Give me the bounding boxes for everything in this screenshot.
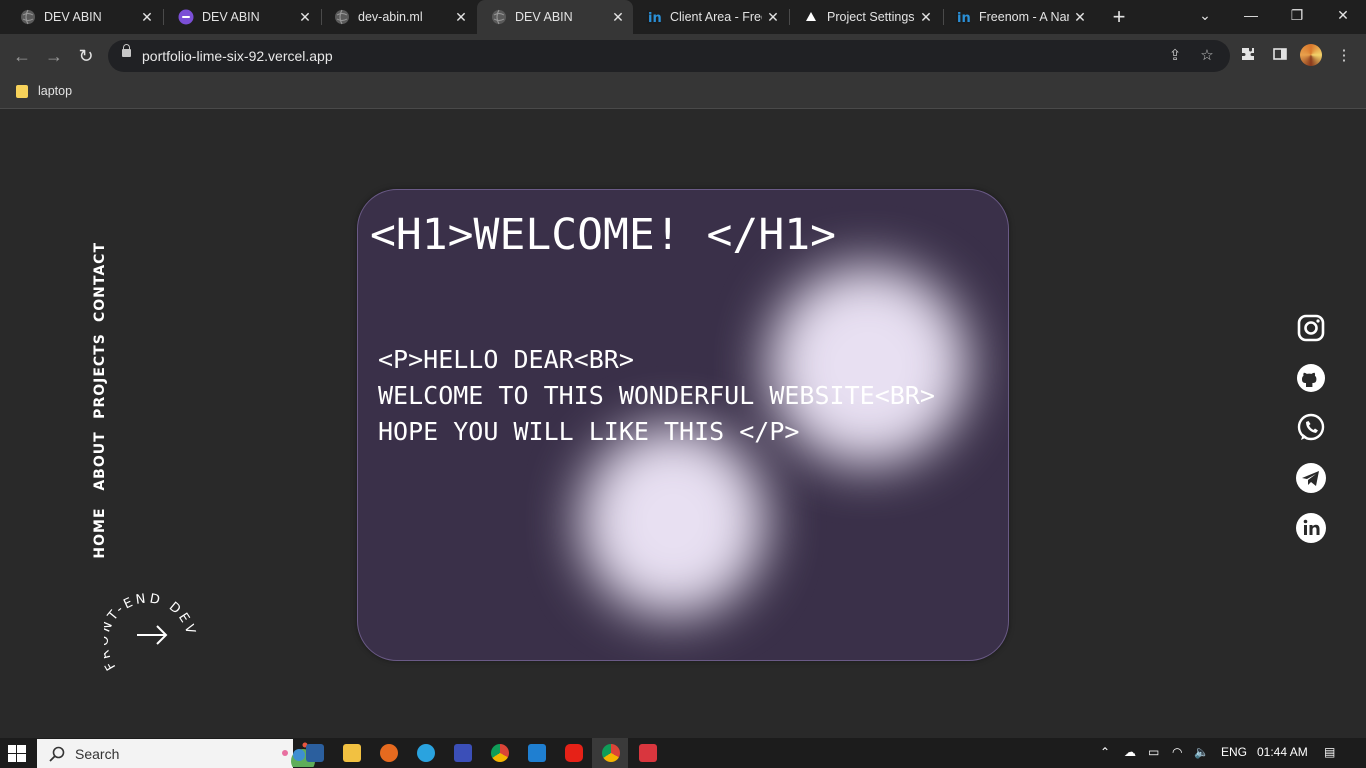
browser-tab[interactable]: DEV ABIN ✕ [164,0,320,34]
front-end-dev-badge[interactable]: FRONT-END DEV [104,587,200,683]
freenom-app-icon[interactable] [454,744,472,762]
battery-icon[interactable]: ▭ [1148,745,1159,759]
minimize-icon[interactable]: — [1228,0,1274,30]
powershell-icon[interactable] [306,744,324,762]
whatsapp-icon[interactable] [1294,411,1328,445]
clock[interactable]: 01:44 AM [1257,745,1308,759]
reload-icon[interactable]: ↻ [74,44,98,68]
lock-icon [122,44,131,57]
close-icon[interactable]: ✕ [294,9,316,26]
nav-projects[interactable]: PROJECTS [92,333,108,419]
profile-avatar[interactable] [1300,44,1322,66]
chrome-active-icon[interactable] [602,744,620,762]
svg-text:in: in [648,11,662,25]
nav-home[interactable]: HOME [92,507,108,558]
linkedin-icon[interactable] [1294,511,1328,545]
browser-tab[interactable]: in Freenom - A Name for Everyone ✕ [941,0,1095,34]
browser-tab-active[interactable]: DEV ABIN ✕ [477,0,633,34]
address-bar[interactable]: portfolio-lime-six-92.vercel.app ⇪ ☆ [108,40,1230,72]
forward-icon[interactable]: → [42,44,66,68]
bookmark-folder[interactable]: laptop [16,84,72,98]
chrome-icon[interactable] [491,744,509,762]
restore-icon[interactable]: ❐ [1274,0,1320,30]
browser-tab[interactable]: in Client Area - Freenom ✕ [632,0,788,34]
folder-icon [16,84,28,98]
taskbar-search[interactable]: Search [37,739,320,768]
glow-blob [580,426,766,616]
side-panel-icon[interactable] [1270,46,1290,66]
tab-search-icon[interactable]: ⌄ [1182,0,1228,30]
tab-title: DEV ABIN [44,10,102,24]
vercel-icon [803,9,819,25]
close-icon[interactable]: ✕ [1069,9,1091,26]
windows-start-icon[interactable] [8,745,26,762]
search-icon [49,746,65,762]
badge-text: FRONT-END DEV [104,591,198,672]
chevron-up-icon[interactable]: ⌃ [1100,745,1110,759]
file-explorer-icon[interactable] [343,744,361,762]
youtube-icon[interactable] [565,744,583,762]
browser-tab[interactable]: Project Settings – Vercel ✕ [789,0,941,34]
welcome-card: <H1>WELCOME! </H1> <P>HELLO DEAR<BR> WEL… [357,189,1009,661]
tab-title: Client Area - Freenom [670,10,762,24]
page-content: CONTACT PROJECTS ABOUT HOME FRONT-END DE… [0,109,1366,738]
close-window-icon[interactable]: ✕ [1320,0,1366,30]
browser-tab[interactable]: DEV ABIN ✕ [6,0,162,34]
arrow-right-icon [137,625,168,645]
tab-title: dev-abin.ml [358,10,423,24]
vscode-icon[interactable] [528,744,546,762]
search-placeholder: Search [75,745,120,762]
tab-strip: DEV ABIN ✕ DEV ABIN ✕ dev-abin.ml ✕ DEV … [0,0,1366,34]
globe-icon [20,9,36,25]
paragraph-line: WELCOME TO THIS WONDERFUL WEBSITE<BR> [378,381,935,410]
back-icon[interactable]: ← [10,44,34,68]
firefox-icon[interactable] [380,744,398,762]
volume-muted-icon[interactable]: 🔈 [1194,745,1209,759]
wifi-icon[interactable]: ◠ [1172,745,1182,759]
globe-icon [491,9,507,25]
instagram-icon[interactable] [1294,311,1328,345]
bookmark-star-icon[interactable]: ☆ [1198,47,1216,65]
browser-toolbar: ← → ↻ portfolio-lime-six-92.vercel.app ⇪… [0,34,1366,78]
freenom-icon: in [955,9,971,25]
close-icon[interactable]: ✕ [915,9,937,26]
close-icon[interactable]: ✕ [450,9,472,26]
cloud-icon[interactable]: ☁ [1124,745,1136,759]
close-icon[interactable]: ✕ [136,9,158,26]
menu-icon[interactable]: ⋮ [1334,46,1354,66]
browser-tab[interactable]: dev-abin.ml ✕ [320,0,476,34]
bookmark-label: laptop [38,84,73,98]
tab-title: DEV ABIN [202,10,260,24]
github-icon[interactable] [1294,361,1328,395]
share-icon[interactable]: ⇪ [1166,47,1184,65]
welcome-heading: <H1>WELCOME! </H1> [370,210,836,260]
anydesk-icon[interactable] [639,744,657,762]
bookmarks-bar: laptop [0,78,1366,109]
vertical-nav: CONTACT PROJECTS ABOUT HOME [86,242,114,559]
tab-title: Freenom - A Name for Everyone [979,10,1069,24]
close-icon[interactable]: ✕ [762,9,784,26]
telegram-icon[interactable] [1294,461,1328,495]
tab-title: Project Settings – Vercel [827,10,915,24]
windows-taskbar: Search ⌃ ☁ ▭ ◠ 🔈 ENG 01:44 AM ▤ [0,738,1366,768]
freenom-icon: in [646,9,662,25]
telegram-app-icon[interactable] [417,744,435,762]
svg-text:in: in [957,11,971,25]
url-text[interactable]: portfolio-lime-six-92.vercel.app [142,48,333,64]
tab-title: DEV ABIN [515,10,573,24]
close-icon[interactable]: ✕ [607,9,629,26]
notifications-icon[interactable]: ▤ [1324,745,1335,759]
language-indicator[interactable]: ENG [1221,745,1247,759]
paragraph-line: HOPE YOU WILL LIKE THIS </P> [378,417,800,446]
nav-about[interactable]: ABOUT [92,431,108,490]
nav-contact[interactable]: CONTACT [92,242,108,322]
purple-app-icon [178,9,194,25]
new-tab-button[interactable]: + [1106,4,1132,30]
paragraph-line: <P>HELLO DEAR<BR> [378,345,634,374]
globe-icon [334,9,350,25]
extensions-icon[interactable] [1238,46,1258,66]
welcome-paragraph: <P>HELLO DEAR<BR> WELCOME TO THIS WONDER… [378,342,935,450]
